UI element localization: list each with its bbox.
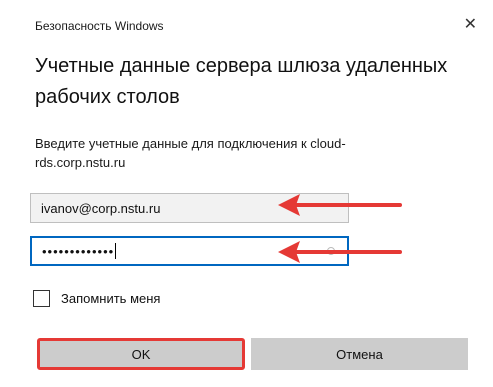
username-field[interactable]: ivanov@corp.nstu.ru (30, 193, 349, 223)
password-value: ••••••••••••• (42, 243, 115, 259)
dialog-description: Введите учетные данные для подключения к… (35, 136, 346, 170)
window-title: Безопасность Windows (35, 19, 164, 33)
close-icon[interactable]: ✕ (464, 17, 477, 33)
ok-button[interactable]: OK (37, 338, 245, 370)
remember-me-checkbox[interactable]: Запомнить меня (33, 290, 160, 307)
credentials-dialog: Безопасность Windows ✕ Учетные данные се… (0, 0, 493, 387)
cancel-button[interactable]: Отмена (251, 338, 468, 370)
title-bar: Безопасность Windows ✕ (0, 0, 493, 36)
password-field[interactable]: ••••••••••••• (30, 236, 349, 266)
text-caret (115, 243, 117, 259)
remember-me-label: Запомнить меня (61, 291, 161, 306)
checkbox-box[interactable] (33, 290, 50, 307)
reveal-password-icon[interactable] (327, 247, 335, 255)
dialog-heading: Учетные данные сервера шлюза удаленных р… (35, 55, 448, 108)
username-value: ivanov@corp.nstu.ru (41, 200, 161, 216)
